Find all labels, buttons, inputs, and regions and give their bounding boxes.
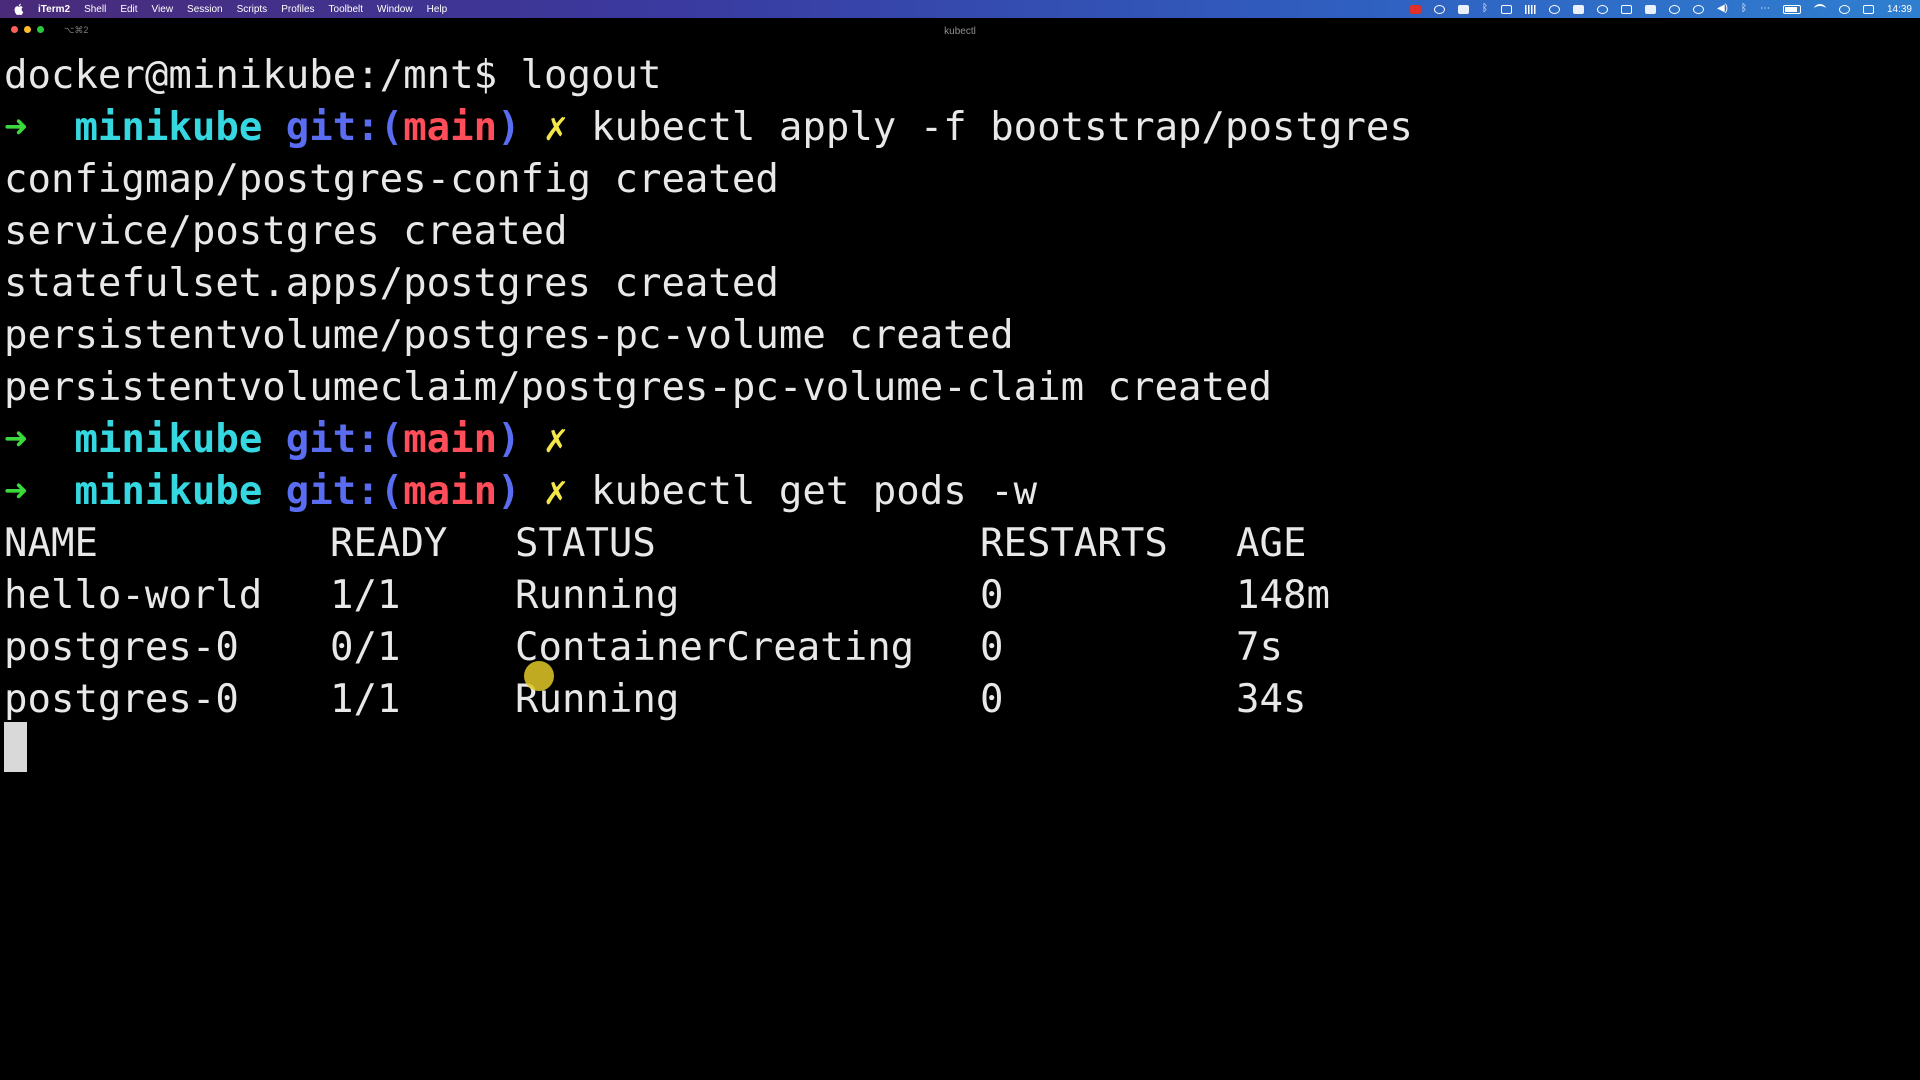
menu-bar-status-area: ᛒ ◀) ᛒ ⋯ 14:39 [1397,0,1912,18]
column-header-ready: READY [330,521,448,566]
pod-restarts: 0 [980,677,1004,722]
pods-table-header: NAME READY STATUS RESTARTS AGE [4,518,1916,570]
display-icon[interactable] [1457,4,1469,14]
pod-age: 148m [1236,573,1330,618]
prompt-git-close: ) [497,469,521,514]
window-title-bar: ⌥⌘2 kubectl [0,18,1920,46]
terminal-cursor [4,722,27,772]
volume-icon[interactable]: ◀) [1717,4,1728,14]
prompt-host: minikube [74,105,263,150]
pod-ready: 1/1 [330,573,401,618]
prompt-host: minikube [74,469,263,514]
pod-status: ContainerCreating [515,625,915,670]
pod-restarts: 0 [980,625,1004,670]
pod-name: postgres-0 [4,677,239,722]
bluetooth-status-icon[interactable]: ᛒ [1741,4,1747,14]
terminal-output[interactable]: docker@minikube:/mnt$ logout ➜ minikube … [4,50,1916,1076]
prompt-git-label: git:( [285,469,404,514]
table-row: hello-world 1/1 Running 0 148m [4,570,1916,622]
prompt-branch: main [403,105,498,150]
vpn-icon[interactable] [1548,4,1560,14]
menu-scripts[interactable]: Scripts [237,4,268,15]
mouse-pointer-highlight-icon [524,661,554,691]
prompt-arrow-icon: ➜ [4,417,28,462]
prompt-dirty-icon: ✗ [544,417,568,462]
pod-name: postgres-0 [4,625,239,670]
menu-help[interactable]: Help [427,4,448,15]
menu-edit[interactable]: Edit [120,4,137,15]
keyboard-icon[interactable] [1620,4,1632,14]
prompt-git-label: git:( [285,417,404,462]
pod-ready: 1/1 [330,677,401,722]
output-line: configmap/postgres-config created [4,157,779,202]
column-header-age: AGE [1236,521,1307,566]
menu-toolbelt[interactable]: Toolbelt [329,4,363,15]
command-apply: kubectl apply -f bootstrap/postgres [591,105,1413,150]
table-row: postgres-0 1/1 Running 0 34s [4,674,1916,726]
prompt-branch: main [403,417,498,462]
wifi-icon[interactable] [1813,4,1826,14]
command-get-pods: kubectl get pods -w [591,469,1038,514]
prompt-arrow-icon: ➜ [4,469,28,514]
menu-bar-clock[interactable]: 14:39 [1887,4,1912,15]
prompt-dirty-icon: ✗ [544,105,568,150]
pod-age: 34s [1236,677,1307,722]
prompt-git-close: ) [497,417,521,462]
airdrop-icon[interactable] [1692,4,1704,14]
window-manager-icon[interactable] [1644,4,1656,14]
prompt-host: minikube [74,417,263,462]
tab-shortcut-label: ⌥⌘2 [64,25,89,35]
cloud-sync-icon[interactable] [1433,4,1445,14]
pod-status: Running [515,573,680,618]
window-title: kubectl [944,26,976,37]
column-header-restarts: RESTARTS [980,521,1168,566]
menu-app-iterm2[interactable]: iTerm2 [38,4,70,15]
column-header-status: STATUS [515,521,656,566]
prompt-branch: main [403,469,498,514]
menu-profiles[interactable]: Profiles [281,4,314,15]
table-row: postgres-0 0/1 ContainerCreating 0 7s [4,622,1916,674]
prompt-git-close: ) [497,105,521,150]
output-line: service/postgres created [4,209,568,254]
pod-name: hello-world [4,573,263,618]
focus-icon[interactable] [1668,4,1680,14]
column-header-name: NAME [4,521,98,566]
menu-session[interactable]: Session [187,4,223,15]
control-center-icon[interactable] [1862,4,1874,14]
menu-view[interactable]: View [152,4,174,15]
package-icon[interactable] [1500,4,1512,14]
pod-restarts: 0 [980,573,1004,618]
pod-age: 7s [1236,625,1283,670]
minimize-window-button[interactable] [24,26,31,33]
prompt-dirty-icon: ✗ [544,469,568,514]
close-window-button[interactable] [11,26,18,33]
clipboard-icon[interactable] [1572,4,1584,14]
prompt-line-get-pods: ➜ minikube git:(main) ✗ kubectl get pods… [4,466,1916,518]
recording-icon[interactable] [1409,4,1421,14]
output-line: statefulset.apps/postgres created [4,261,779,306]
apple-logo-icon[interactable] [14,3,24,15]
zoom-window-button[interactable] [37,26,44,33]
battery-icon[interactable] [1782,4,1801,14]
dots-icon[interactable]: ⋯ [1760,4,1770,14]
audio-levels-icon[interactable] [1524,4,1536,14]
spotlight-search-icon[interactable] [1838,4,1850,14]
shield-icon[interactable] [1596,4,1608,14]
menu-bar: iTerm2 Shell Edit View Session Scripts P… [0,0,1920,18]
terminal-line-logout: docker@minikube:/mnt$ logout [4,53,662,98]
output-line: persistentvolume/postgres-pc-volume crea… [4,313,1014,358]
menu-shell[interactable]: Shell [84,4,106,15]
bluetooth-icon[interactable]: ᛒ [1482,4,1488,14]
menu-window[interactable]: Window [377,4,413,15]
prompt-arrow-icon: ➜ [4,105,28,150]
prompt-line-apply: ➜ minikube git:(main) ✗ kubectl apply -f… [4,102,1916,154]
pod-ready: 0/1 [330,625,401,670]
prompt-git-label: git:( [285,105,404,150]
output-line: persistentvolumeclaim/postgres-pc-volume… [4,365,1272,410]
prompt-line-empty: ➜ minikube git:(main) ✗ [4,414,1916,466]
